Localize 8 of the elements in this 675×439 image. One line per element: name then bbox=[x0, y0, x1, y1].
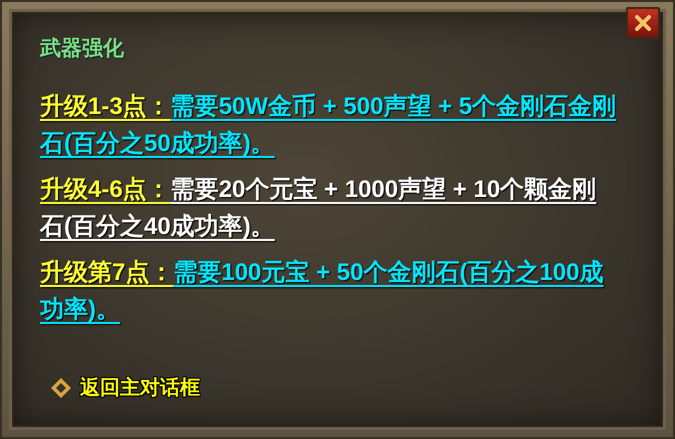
close-icon bbox=[634, 14, 652, 32]
diamond-icon bbox=[50, 376, 72, 398]
upgrade-requirement: 升级第7点：需要100元宝 + 50个金刚石(百分之100成功率)。 bbox=[40, 258, 604, 325]
close-button[interactable] bbox=[626, 7, 660, 39]
upgrade-requirement: 升级4-6点：需要20个元宝 + 1000声望 + 10个颗金刚石(百分之40成功率)。 bbox=[40, 175, 598, 242]
upgrade-requirement: 升级1-3点：需要50W金币 + 500声望 + 5个金刚石金刚石(百分之50成功率)。 bbox=[40, 92, 618, 159]
back-link[interactable]: 返回主对话框 bbox=[80, 374, 200, 401]
dialog-title: 武器强化 bbox=[40, 36, 124, 62]
